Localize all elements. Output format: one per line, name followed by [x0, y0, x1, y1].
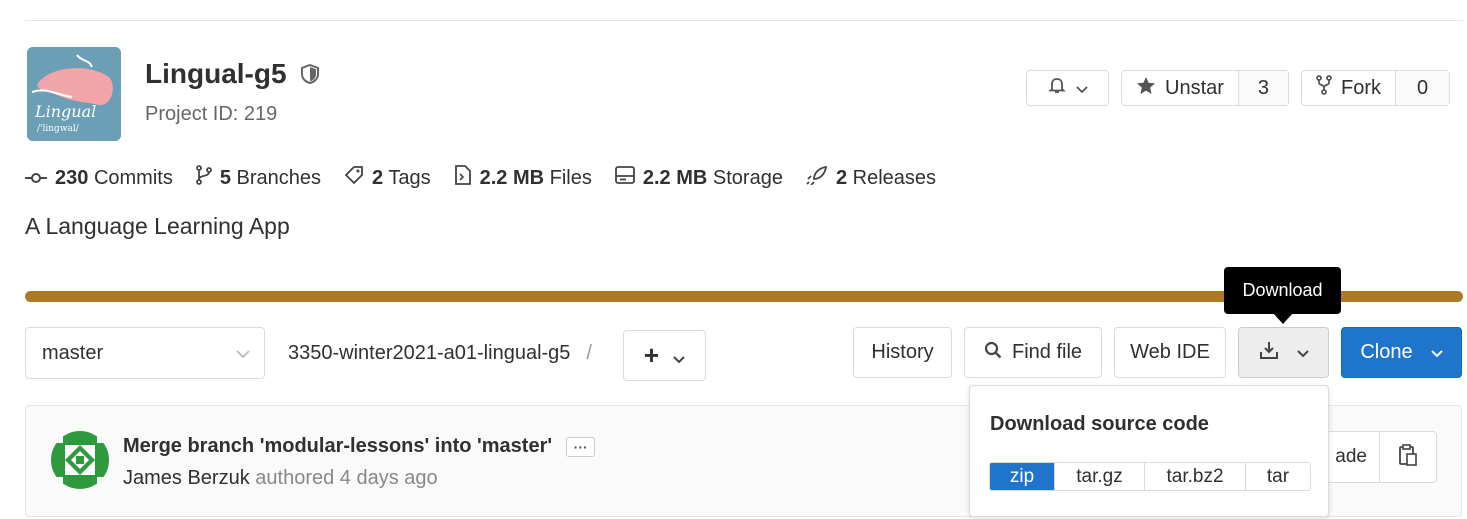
commit-author-link[interactable]: James Berzuk — [123, 467, 250, 489]
branch-name: master — [42, 341, 104, 364]
download-dropdown: Download source code zip tar.gz tar.bz2 … — [969, 385, 1329, 517]
stat-releases[interactable]: 2 Releases — [806, 165, 936, 191]
top-divider — [25, 20, 1463, 21]
fork-button[interactable]: Fork — [1302, 71, 1395, 105]
download-dropdown-title: Download source code — [990, 413, 1209, 435]
download-icon — [1259, 340, 1279, 366]
chevron-down-icon — [1430, 341, 1443, 364]
find-file-label: Find file — [1011, 341, 1083, 363]
commit-meta: James Berzuk authored 4 days ago — [123, 467, 438, 490]
stat-releases-value: 2 — [835, 166, 848, 189]
fork-button-group: Fork 0 — [1301, 70, 1450, 106]
stat-storage[interactable]: 2.2 MB Storage — [614, 165, 783, 191]
copy-sha-button[interactable] — [1380, 432, 1436, 482]
add-file-dropdown[interactable]: + — [623, 330, 706, 381]
download-zip-button[interactable]: zip — [990, 463, 1055, 490]
star-count[interactable]: 3 — [1237, 71, 1288, 105]
project-title: Lingual-g5 — [145, 58, 319, 90]
stat-tags-label: Tags — [388, 166, 431, 189]
download-tar-button[interactable]: tar — [1246, 463, 1310, 490]
chevron-down-icon — [673, 340, 685, 371]
author-avatar[interactable] — [51, 431, 109, 489]
project-name: Lingual-g5 — [145, 58, 287, 89]
search-icon — [984, 341, 1002, 365]
commit-actions-group: ade — [1320, 431, 1437, 483]
notification-button[interactable] — [1026, 70, 1109, 106]
clipboard-icon — [1399, 443, 1417, 471]
project-description: A Language Learning App — [25, 213, 290, 239]
branch-icon — [195, 165, 212, 191]
stat-commits-label: Commits — [93, 166, 173, 189]
breadcrumb-repo-link[interactable]: 3350-winter2021-a01-lingual-g5 — [288, 342, 570, 365]
expand-commit-button[interactable]: ··· — [566, 436, 596, 457]
commit-title: Merge branch 'modular-lessons' into 'mas… — [123, 435, 596, 458]
stat-storage-label: Storage — [712, 166, 783, 189]
web-ide-label: Web IDE — [1130, 341, 1210, 363]
stat-files-label: Files — [549, 166, 592, 189]
history-button[interactable]: History — [853, 327, 952, 378]
download-format-group: zip tar.gz tar.bz2 tar — [989, 462, 1311, 491]
stat-commits-value: 230 — [55, 166, 89, 189]
stat-tags-value: 2 — [372, 166, 384, 189]
download-tooltip: Download — [1224, 267, 1341, 314]
tooltip-arrow — [1273, 313, 1293, 324]
rocket-icon — [806, 165, 828, 191]
stat-branches[interactable]: 5 Branches — [195, 165, 322, 191]
stat-files-value: 2.2 MB — [479, 166, 545, 189]
shield-icon — [300, 64, 319, 84]
chevron-down-icon — [1075, 77, 1088, 100]
branch-selector[interactable]: master — [25, 327, 265, 379]
project-stats: 230 Commits 5 Branches 2 Tags 2.2 MB Fil… — [25, 165, 936, 191]
fork-icon — [1316, 75, 1332, 101]
stat-storage-value: 2.2 MB — [642, 166, 708, 189]
fork-label: Fork — [1341, 76, 1381, 99]
chevron-down-icon — [236, 342, 250, 365]
commit-icon — [25, 167, 47, 190]
project-id: Project ID: 219 — [145, 103, 278, 125]
stat-tags[interactable]: 2 Tags — [344, 165, 431, 191]
breadcrumb-separator: / — [586, 342, 592, 364]
avatar-logo-subtext: /'lingwal/ — [37, 124, 80, 134]
star-icon — [1136, 76, 1156, 101]
download-tarbz2-button[interactable]: tar.bz2 — [1145, 463, 1246, 490]
unstar-button[interactable]: Unstar — [1122, 71, 1238, 105]
commit-message-link[interactable]: Merge branch 'modular-lessons' into 'mas… — [123, 435, 552, 458]
plus-icon: + — [643, 340, 660, 370]
stat-branches-label: Branches — [236, 166, 322, 189]
download-button[interactable] — [1238, 327, 1329, 378]
stat-branches-value: 5 — [219, 166, 231, 189]
storage-icon — [614, 166, 635, 190]
clone-button[interactable]: Clone — [1341, 327, 1462, 378]
bell-icon — [1047, 76, 1066, 100]
download-targz-button[interactable]: tar.gz — [1055, 463, 1145, 490]
avatar-logo-text: Lingual — [34, 102, 96, 121]
commit-action-button[interactable]: ade — [1321, 432, 1380, 482]
fork-count[interactable]: 0 — [1395, 71, 1449, 105]
unstar-label: Unstar — [1165, 76, 1224, 99]
unstar-button-group: Unstar 3 — [1121, 70, 1289, 106]
tag-icon — [344, 165, 364, 191]
stat-files[interactable]: 2.2 MB Files — [454, 165, 592, 191]
web-ide-button[interactable]: Web IDE — [1114, 327, 1226, 378]
history-label: History — [871, 341, 934, 363]
project-avatar: Lingual /'lingwal/ — [27, 47, 121, 141]
stat-releases-label: Releases — [852, 166, 937, 189]
chevron-down-icon — [1296, 341, 1309, 364]
breadcrumb: 3350-winter2021-a01-lingual-g5 / — [288, 342, 592, 365]
stat-commits[interactable]: 230 Commits — [25, 165, 173, 191]
find-file-button[interactable]: Find file — [964, 327, 1102, 378]
commit-time: authored 4 days ago — [249, 467, 438, 489]
clone-label: Clone — [1360, 341, 1413, 363]
file-icon — [454, 165, 472, 191]
